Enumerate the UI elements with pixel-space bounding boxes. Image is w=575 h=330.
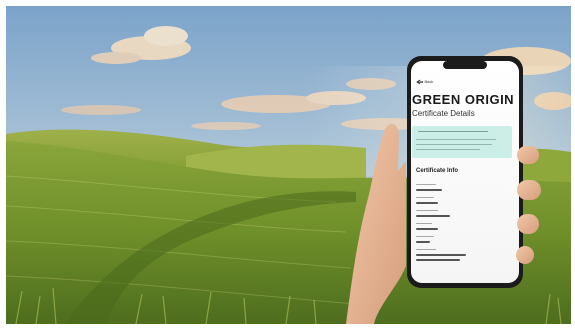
- field-value: [416, 228, 438, 230]
- back-link[interactable]: Go Back: [418, 79, 433, 84]
- field-label: [416, 197, 434, 198]
- photo-frame: Go Back GREEN ORIGIN Certificate Details…: [6, 6, 571, 324]
- field-label: [416, 249, 436, 250]
- field-label: [416, 236, 434, 237]
- notice-text-line: [416, 144, 492, 146]
- page-subtitle: Certificate Details: [412, 109, 475, 118]
- notice-text-line: [416, 139, 496, 141]
- field-value: [416, 254, 466, 256]
- brand-title: GREEN ORIGIN: [412, 92, 515, 107]
- section-title: Certificate Info: [416, 168, 459, 174]
- field-label: [416, 210, 438, 211]
- notice-text-line: [416, 149, 480, 151]
- phone-notch: [443, 61, 487, 69]
- field-value: [416, 215, 450, 217]
- field-value: [416, 241, 430, 243]
- field-value: [416, 202, 438, 204]
- notice-text-line: [418, 131, 488, 133]
- field-photo: [6, 6, 571, 324]
- field-label: [416, 184, 436, 185]
- certificate-notice: [412, 126, 512, 158]
- field-value: [416, 259, 460, 261]
- field-label: [416, 223, 432, 224]
- field-value: [416, 189, 442, 191]
